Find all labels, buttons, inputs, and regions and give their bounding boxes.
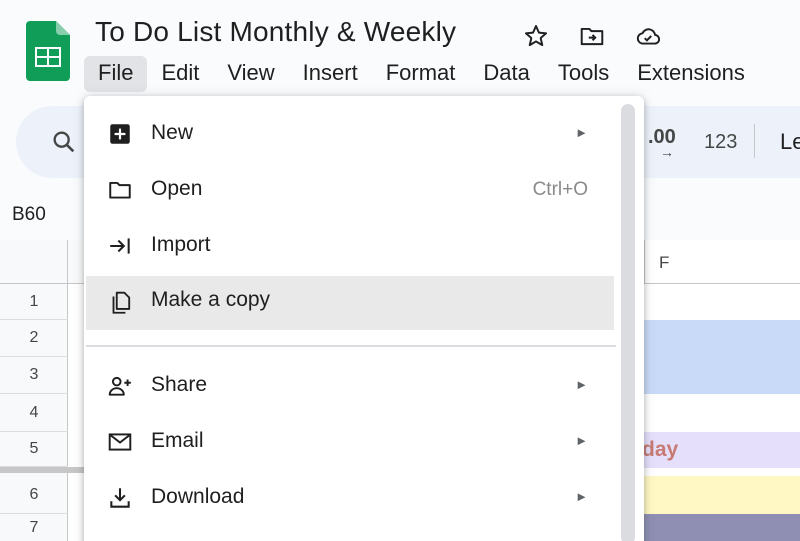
number-format-button[interactable]: 123 <box>704 131 737 154</box>
submenu-arrow-icon: ► <box>575 125 588 140</box>
menu-insert[interactable]: Insert <box>289 56 372 92</box>
submenu-arrow-icon: ► <box>575 377 588 392</box>
cell-band-slate[interactable] <box>642 514 800 541</box>
google-sheets-logo[interactable] <box>26 21 70 81</box>
freeze-divider[interactable] <box>0 467 90 473</box>
cell-band-yellow[interactable] <box>642 476 800 514</box>
menu-file[interactable]: File <box>84 56 148 92</box>
menu-tools[interactable]: Tools <box>544 56 623 92</box>
menu-edit[interactable]: Edit <box>147 56 213 92</box>
select-all-corner[interactable] <box>0 240 68 284</box>
file-menu-email[interactable]: Email ► <box>86 415 614 469</box>
menu-format[interactable]: Format <box>372 56 470 92</box>
file-menu-download-label: Download <box>151 485 245 508</box>
font-family-select[interactable]: Le <box>780 129 800 155</box>
menu-bar: File Edit View Insert Format Data Tools … <box>84 56 759 92</box>
share-person-icon <box>106 372 134 400</box>
row-header-5[interactable]: 5 <box>0 432 68 467</box>
cell-day-text: day <box>642 438 679 461</box>
file-menu-new-label: New <box>151 121 194 144</box>
submenu-arrow-icon: ► <box>575 489 588 504</box>
file-menu-make-a-copy[interactable]: Make a copy <box>86 276 614 330</box>
star-icon[interactable] <box>522 22 550 50</box>
file-menu-make-a-copy-label: Make a copy <box>151 288 271 311</box>
download-icon <box>106 484 134 512</box>
copy-icon <box>106 289 134 317</box>
import-icon <box>106 232 134 260</box>
row-header-7[interactable]: 7 <box>0 514 68 541</box>
email-icon <box>106 428 134 456</box>
file-menu-open[interactable]: Open Ctrl+O <box>86 163 614 217</box>
search-menus-icon[interactable] <box>50 128 78 156</box>
name-box[interactable]: B60 <box>12 204 46 226</box>
row-header-6[interactable]: 6 <box>0 476 68 514</box>
file-menu-divider <box>86 345 616 347</box>
column-header-f[interactable]: F <box>644 240 800 284</box>
new-sheet-icon <box>106 120 134 148</box>
toolbar-divider <box>754 124 755 158</box>
row-header-2[interactable]: 2 <box>0 320 68 357</box>
folder-icon <box>106 176 134 204</box>
row-header-3[interactable]: 3 <box>0 357 68 394</box>
menu-view[interactable]: View <box>213 56 288 92</box>
column-header-f-label: F <box>659 253 670 272</box>
file-menu-email-label: Email <box>151 429 204 452</box>
file-menu-open-label: Open <box>151 177 203 200</box>
submenu-arrow-icon: ► <box>575 433 588 448</box>
file-menu-import[interactable]: Import <box>86 219 614 273</box>
file-menu-new[interactable]: New ► <box>86 107 614 161</box>
menu-data[interactable]: Data <box>469 56 543 92</box>
file-menu-share[interactable]: Share ► <box>86 359 614 413</box>
document-title[interactable]: To Do List Monthly & Weekly <box>95 16 456 48</box>
move-to-folder-icon[interactable] <box>578 22 606 50</box>
file-menu-share-label: Share <box>151 373 208 396</box>
file-menu-download[interactable]: Download ► <box>86 471 614 525</box>
row-header-1[interactable]: 1 <box>0 284 68 320</box>
cell-band-blue[interactable] <box>642 320 800 394</box>
file-menu-open-shortcut: Ctrl+O <box>532 179 588 200</box>
file-menu-import-label: Import <box>151 233 211 256</box>
file-menu-scrollbar[interactable] <box>621 104 635 541</box>
increase-decimal-arrow-icon: → <box>660 144 674 160</box>
cloud-status-icon[interactable] <box>634 22 662 50</box>
row-header-4[interactable]: 4 <box>0 394 68 432</box>
menu-extensions[interactable]: Extensions <box>623 56 759 92</box>
